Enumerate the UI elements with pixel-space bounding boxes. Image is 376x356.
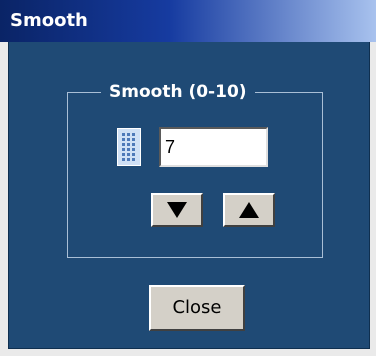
title-bar[interactable]: Smooth (0, 0, 376, 42)
window-title: Smooth (10, 10, 88, 31)
close-button[interactable]: Close (149, 285, 245, 331)
increment-button[interactable] (223, 193, 275, 227)
arrow-down-icon (167, 202, 187, 218)
smooth-group-label: Smooth (0-10) (101, 80, 255, 104)
smooth-dialog: Smooth Smooth (0-10) 7 Close (0, 0, 376, 356)
smooth-group-box (67, 92, 323, 258)
keypad-icon[interactable] (117, 128, 141, 166)
dialog-body: Smooth (0-10) 7 Close (8, 42, 370, 349)
arrow-up-icon (239, 202, 259, 218)
smooth-value-input[interactable] (159, 127, 268, 167)
decrement-button[interactable] (151, 193, 203, 227)
